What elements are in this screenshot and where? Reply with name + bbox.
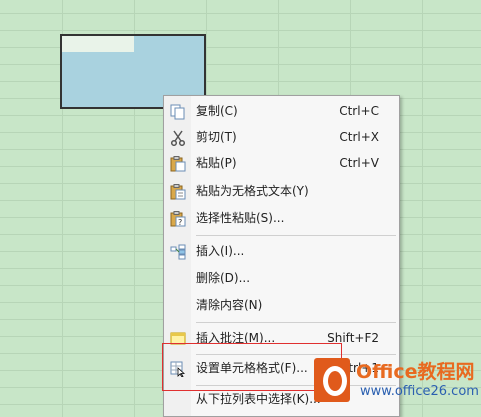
- menu-item-insert[interactable]: 插入(I)...: [164, 239, 399, 264]
- watermark: Office教程网 www.office26.com: [314, 358, 481, 406]
- active-cell[interactable]: [62, 36, 134, 52]
- menu-item-paste-plain[interactable]: 粘贴为无格式文本(Y): [164, 179, 399, 204]
- menu-item-shortcut: Ctrl+V: [339, 156, 379, 170]
- office-logo-icon: [314, 358, 350, 402]
- menu-item-paste-special[interactable]: ? 选择性粘贴(S)...: [164, 206, 399, 231]
- paste-plain-icon: [170, 184, 186, 200]
- paste-special-icon: ?: [170, 211, 186, 227]
- menu-item-shortcut: Ctrl+C: [339, 104, 379, 118]
- watermark-name: Office教程网: [356, 361, 475, 383]
- menu-item-label: 删除(D)...: [196, 271, 251, 285]
- menu-item-copy[interactable]: 复制(C) Ctrl+C: [164, 99, 399, 124]
- menu-item-label: 插入(I)...: [196, 244, 245, 258]
- paste-icon: [170, 156, 186, 172]
- scissors-icon: [170, 130, 186, 147]
- watermark-site: www.office26.com: [360, 384, 479, 399]
- menu-item-delete[interactable]: 删除(D)...: [164, 266, 399, 291]
- menu-item-shortcut: Ctrl+X: [339, 130, 379, 144]
- insert-cells-icon: [170, 244, 186, 260]
- menu-item-cut[interactable]: 剪切(T) Ctrl+X: [164, 125, 399, 150]
- menu-item-paste[interactable]: 粘贴(P) Ctrl+V: [164, 151, 399, 176]
- menu-item-label: 剪切(T): [196, 130, 237, 144]
- menu-item-label: 选择性粘贴(S)...: [196, 211, 285, 225]
- menu-item-label: 复制(C): [196, 104, 238, 118]
- svg-text:?: ?: [178, 218, 182, 227]
- menu-separator: [196, 322, 396, 323]
- menu-item-label: 粘贴(P): [196, 156, 237, 170]
- menu-item-label: 粘贴为无格式文本(Y): [196, 184, 309, 198]
- menu-separator: [196, 235, 396, 236]
- menu-item-clear-contents[interactable]: 清除内容(N): [164, 293, 399, 318]
- menu-item-label: 清除内容(N): [196, 298, 263, 312]
- copy-icon: [170, 104, 186, 120]
